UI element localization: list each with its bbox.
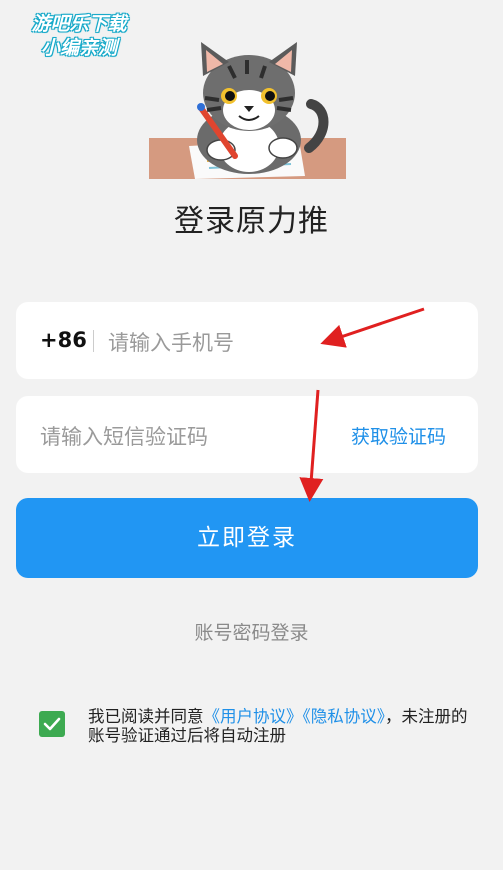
watermark-line2: 小编亲测 xyxy=(40,37,117,59)
agreement-checkbox[interactable] xyxy=(39,711,65,737)
country-code-selector[interactable]: +86 xyxy=(40,328,87,352)
agreement-prefix: 我已阅读并同意 xyxy=(88,707,204,726)
page-title: 登录原力推 xyxy=(174,204,329,239)
cat-mascot-illustration xyxy=(149,42,346,179)
sms-code-field[interactable]: 请输入短信验证码 获取验证码 xyxy=(16,396,478,473)
user-agreement-link[interactable]: 《用户协议》 xyxy=(204,707,303,726)
sms-code-input[interactable]: 请输入短信验证码 xyxy=(40,421,208,451)
privacy-policy-link[interactable]: 《隐私协议》 xyxy=(303,707,386,726)
checkmark-icon xyxy=(43,717,61,731)
watermark: 游吧乐下载 小编亲测 xyxy=(14,12,144,60)
get-code-button[interactable]: 获取验证码 xyxy=(351,422,446,449)
watermark-line1: 游吧乐下载 xyxy=(31,13,127,35)
phone-field[interactable]: +86 请输入手机号 xyxy=(16,302,478,379)
login-button[interactable]: 立即登录 xyxy=(16,498,478,578)
password-login-link[interactable]: 账号密码登录 xyxy=(0,618,503,645)
agreement-text: 我已阅读并同意《用户协议》《隐私协议》，未注册的账号验证通过后将自动注册 xyxy=(88,707,483,745)
field-divider xyxy=(93,330,94,352)
phone-input[interactable]: 请输入手机号 xyxy=(108,327,234,357)
